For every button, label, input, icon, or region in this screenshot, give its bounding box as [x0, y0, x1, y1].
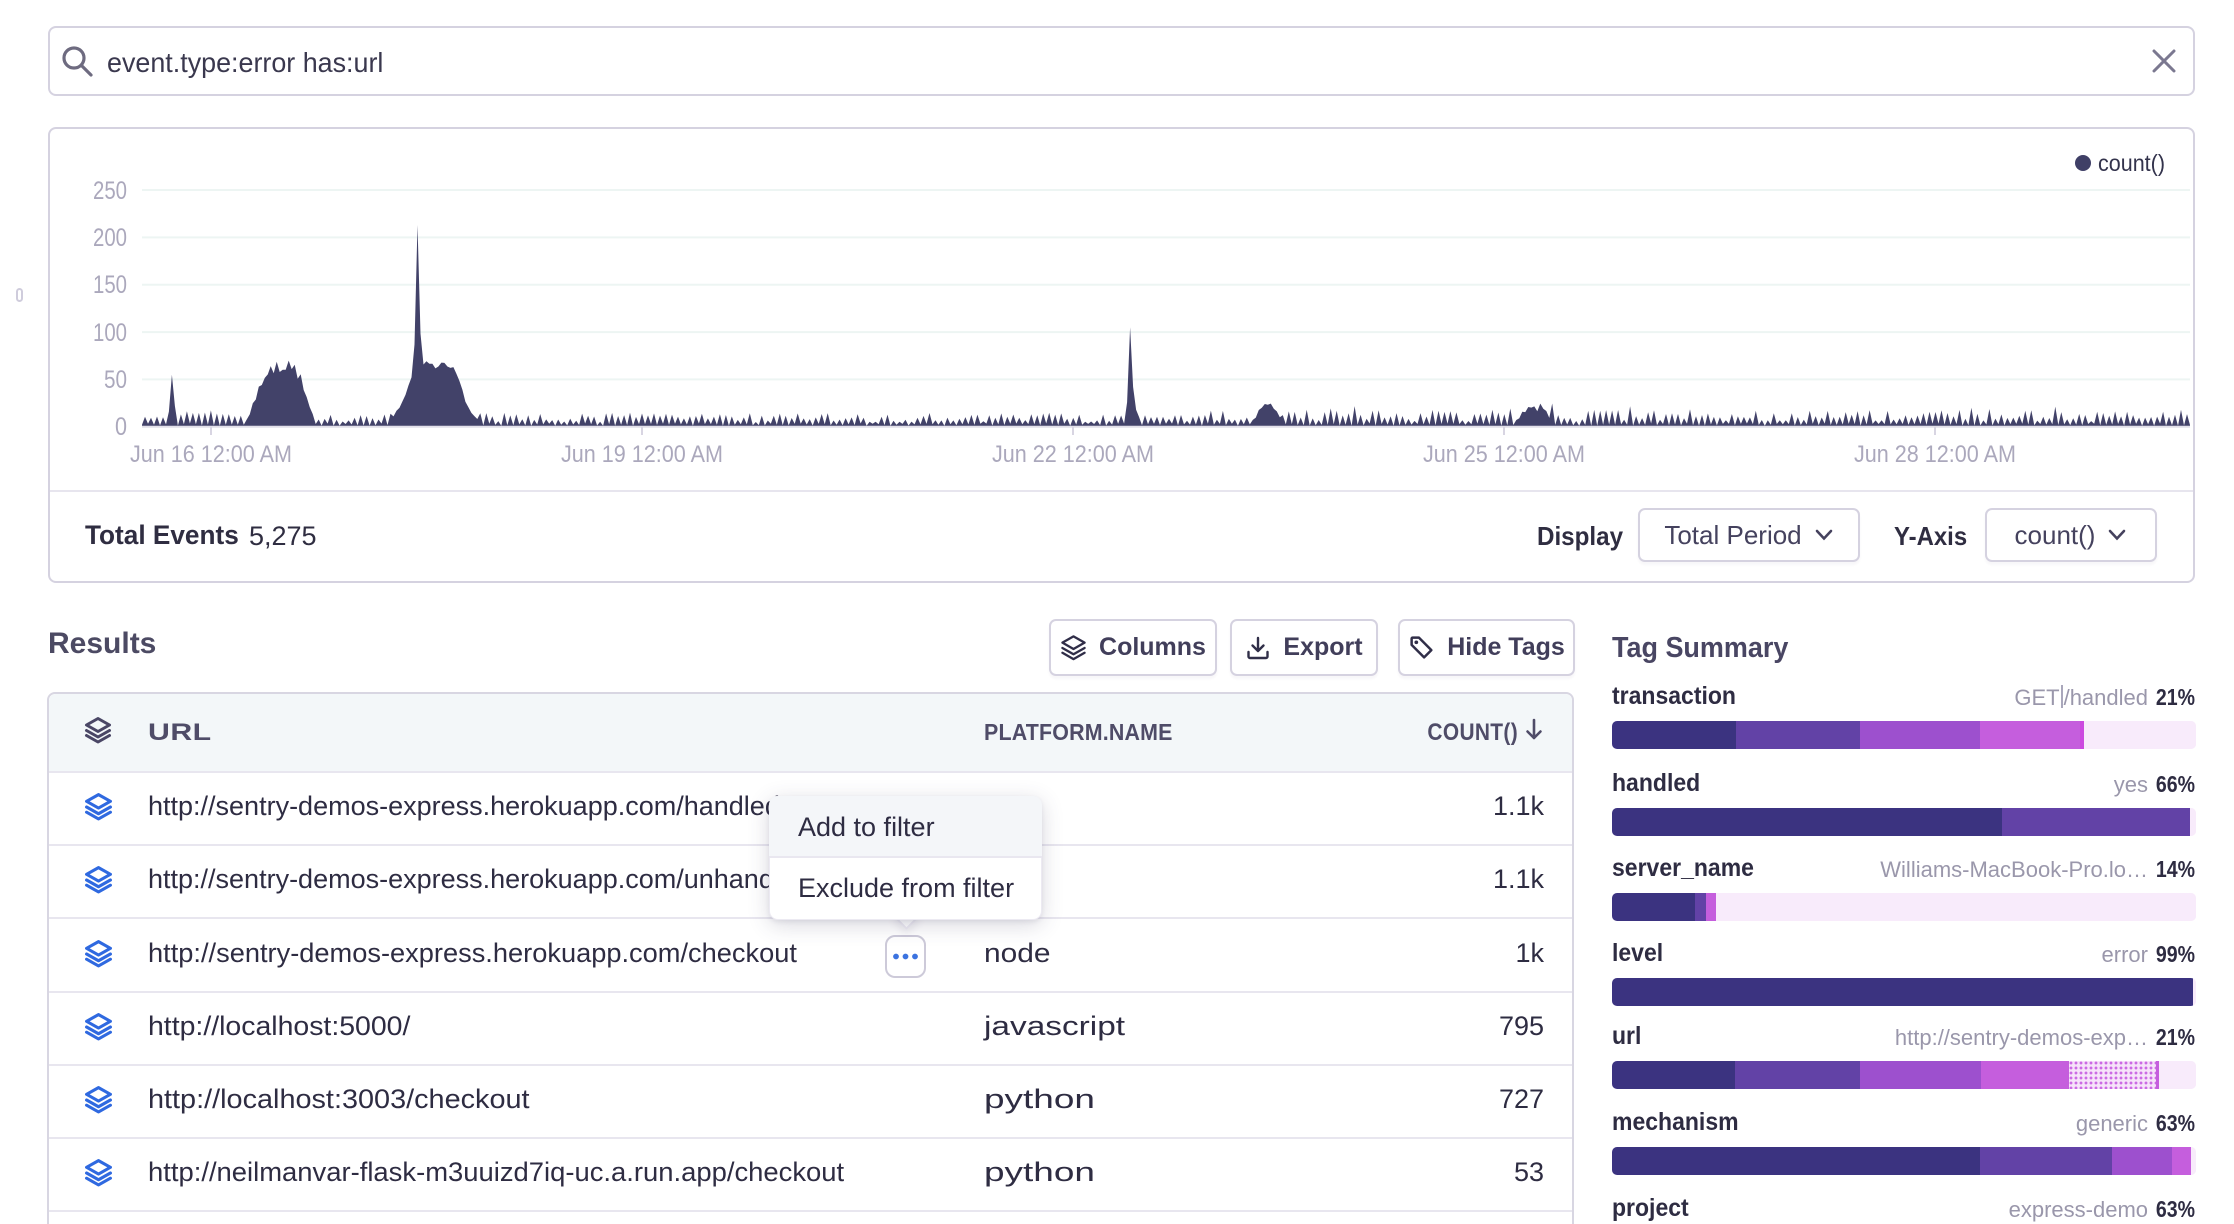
svg-text:count(): count(): [2098, 150, 2165, 176]
svg-text:Jun 28 12:00 AM: Jun 28 12:00 AM: [1854, 441, 2016, 468]
svg-text:100: 100: [93, 319, 127, 347]
svg-text:Jun 16 12:00 AM: Jun 16 12:00 AM: [130, 441, 292, 468]
svg-text:150: 150: [93, 271, 127, 299]
svg-text:Jun 19 12:00 AM: Jun 19 12:00 AM: [561, 441, 723, 468]
svg-text:Jun 25 12:00 AM: Jun 25 12:00 AM: [1423, 441, 1585, 468]
svg-text:250: 250: [93, 177, 127, 205]
svg-text:50: 50: [104, 366, 127, 394]
svg-text:0: 0: [115, 413, 127, 441]
svg-text:Jun 22 12:00 AM: Jun 22 12:00 AM: [992, 441, 1154, 468]
svg-text:200: 200: [93, 224, 127, 252]
